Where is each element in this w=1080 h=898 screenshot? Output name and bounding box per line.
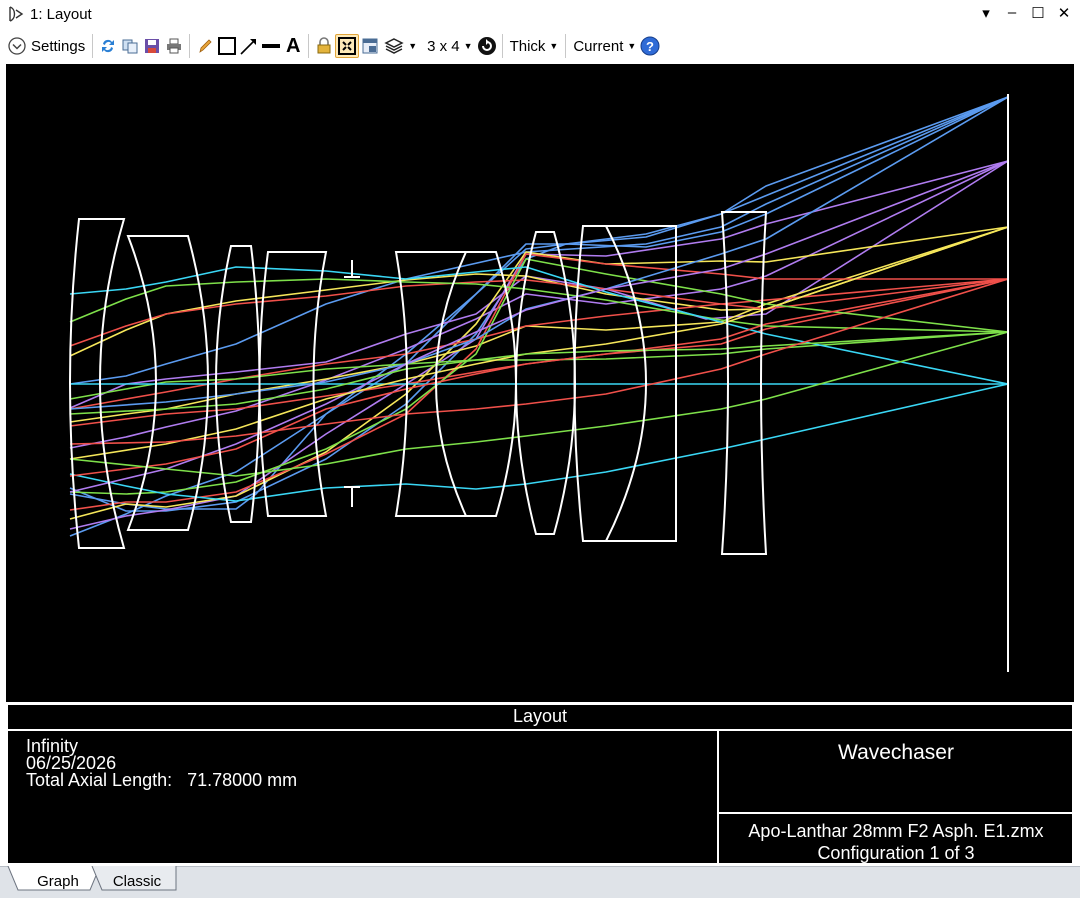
window-title: 1: Layout <box>30 5 92 23</box>
info-panel-title: Layout <box>512 706 568 726</box>
configuration-label: Current <box>573 37 624 55</box>
lock-icon[interactable] <box>313 35 335 57</box>
thickness-label: Thick <box>509 37 546 55</box>
window-controls: ▾ – ☐ ✕ <box>978 4 1072 22</box>
print-icon[interactable] <box>163 35 185 57</box>
thickness-dropdown[interactable]: Thick ▼ <box>507 33 562 59</box>
lens-element-7 <box>515 231 576 535</box>
normalize-icon[interactable] <box>335 34 360 58</box>
configuration-dropdown[interactable]: Current ▼ <box>570 33 639 59</box>
chevron-down-icon: ▼ <box>627 41 637 51</box>
configuration-text: Configuration 1 of 3 <box>817 843 975 863</box>
window-icon[interactable] <box>359 35 381 57</box>
optical-layout-drawing <box>69 94 1009 672</box>
refresh-icon[interactable] <box>97 35 119 57</box>
layers-icon <box>384 38 404 54</box>
toolbar-separator <box>92 34 94 58</box>
text-icon[interactable]: A <box>282 35 304 57</box>
aperture-stop-bottom <box>344 486 360 507</box>
chevron-circle-icon <box>8 37 26 55</box>
tab-classic[interactable]: Classic <box>100 869 174 893</box>
layout-plot <box>6 64 1074 702</box>
pencil-icon[interactable] <box>194 35 216 57</box>
info-line-length: Total Axial Length: 71.78000 mm <box>26 770 298 790</box>
toolbar-separator <box>565 34 567 58</box>
layers-dropdown[interactable]: ▼ <box>381 33 420 59</box>
company-name: Wavechaser <box>838 741 954 764</box>
rotate-icon[interactable] <box>476 35 498 57</box>
grid-size-label: 3 x 4 <box>427 37 460 55</box>
maximize-icon[interactable]: ☐ <box>1030 4 1046 22</box>
settings-button[interactable]: Settings <box>4 33 88 59</box>
layout-window-icon <box>9 6 24 22</box>
lens-element-9 <box>720 211 768 555</box>
toolbar: Settings A ▼ 3 x 4 ▼ Thick ▼ Current ▼ ? <box>0 30 1080 62</box>
settings-label: Settings <box>31 37 86 55</box>
chevron-down-icon: ▼ <box>549 41 559 51</box>
dropdown-menu-icon[interactable]: ▾ <box>978 4 994 22</box>
file-info: Apo-Lanthar 28mm F2 Asph. E1.zmx Configu… <box>718 820 1074 864</box>
save-icon[interactable] <box>141 35 163 57</box>
toolbar-separator <box>501 34 503 58</box>
ray-fan-red <box>69 253 1009 511</box>
title-bar: 1: Layout ▾ – ☐ ✕ <box>0 0 1080 28</box>
chevron-down-icon: ▼ <box>463 41 473 51</box>
chevron-down-icon: ▼ <box>408 41 418 51</box>
close-icon[interactable]: ✕ <box>1056 4 1072 22</box>
toolbar-separator <box>308 34 310 58</box>
toolbar-separator <box>189 34 191 58</box>
line-icon[interactable] <box>260 35 282 57</box>
minimize-icon[interactable]: – <box>1004 4 1020 22</box>
svg-text:?: ? <box>646 39 654 54</box>
copy-icon[interactable] <box>119 35 141 57</box>
crossing-rays <box>69 96 1009 493</box>
rectangle-icon[interactable] <box>216 35 238 57</box>
ray-fan-cyan <box>69 266 1009 502</box>
grid-size-dropdown[interactable]: 3 x 4 ▼ <box>424 33 475 59</box>
arrow-line-icon[interactable] <box>238 35 260 57</box>
file-name: Apo-Lanthar 28mm F2 Asph. E1.zmx <box>748 821 1044 841</box>
help-icon[interactable]: ? <box>639 35 661 57</box>
bottom-tab-bar: Graph Classic <box>0 866 1080 898</box>
info-text-block: Infinity 06/25/2026 Total Axial Length: … <box>26 737 298 790</box>
tab-graph[interactable]: Graph <box>20 869 96 893</box>
ray-fan-green <box>69 258 1009 495</box>
info-panel: Layout Infinity 06/25/2026 Total Axial L… <box>6 703 1074 865</box>
